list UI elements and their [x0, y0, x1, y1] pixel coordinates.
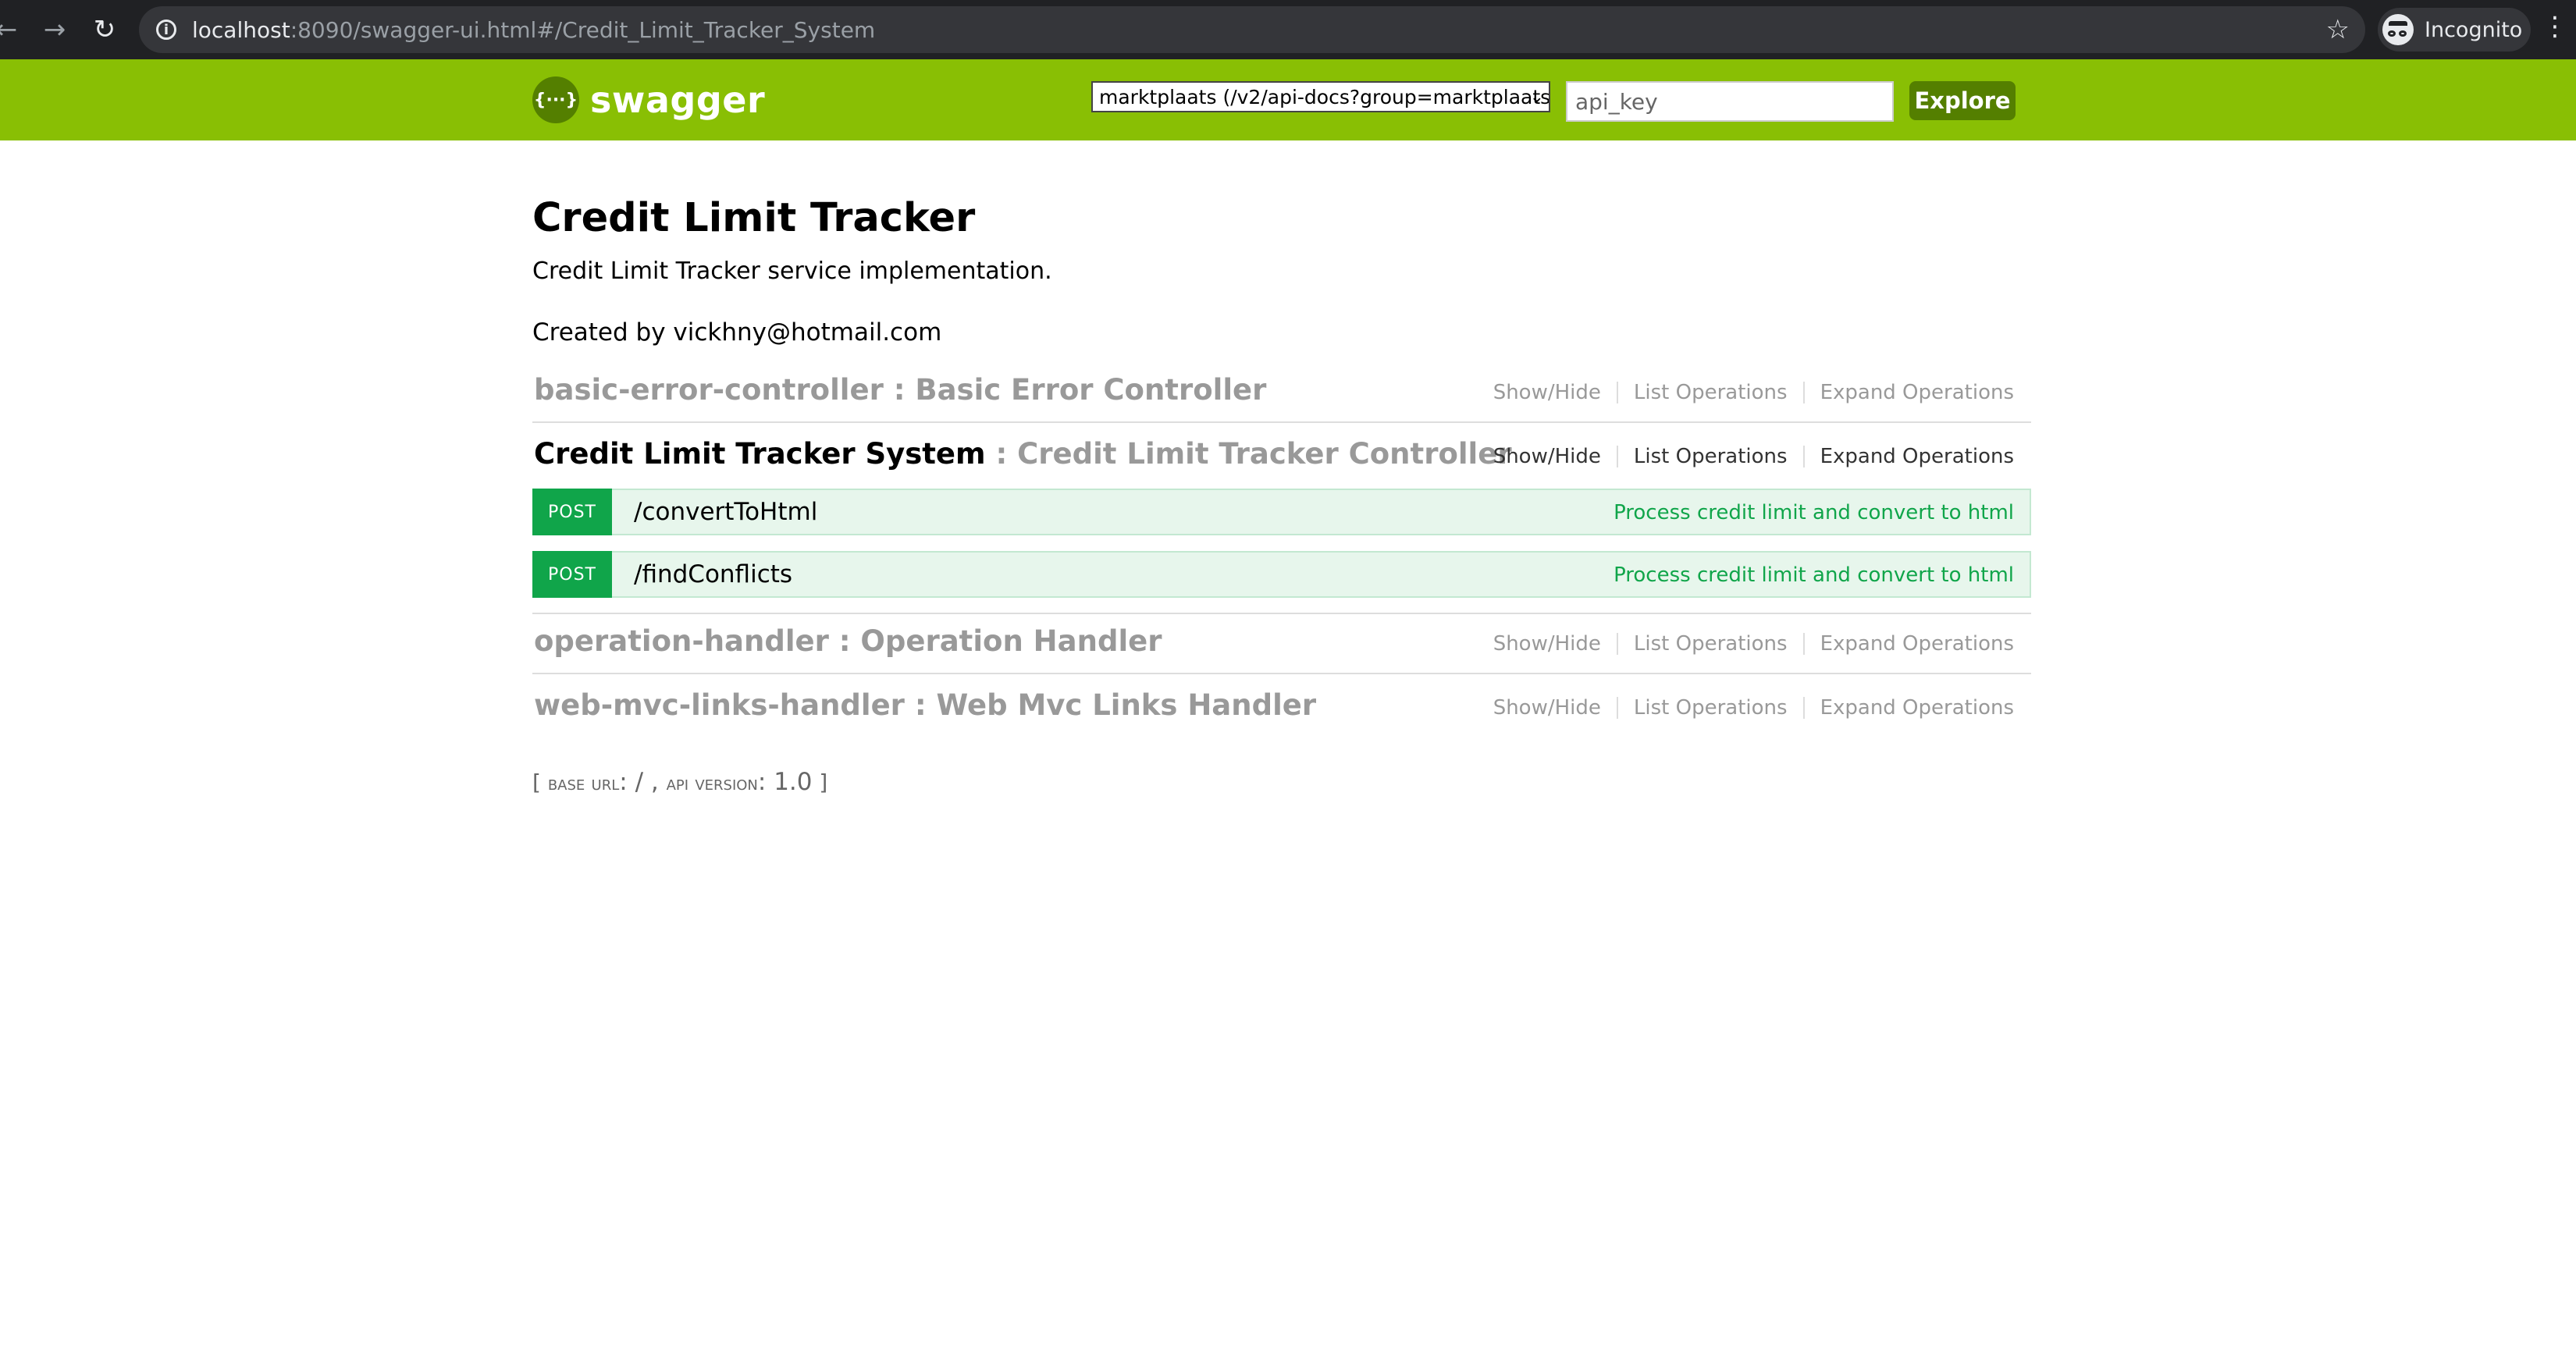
bracket-open: [	[532, 769, 548, 795]
explore-button[interactable]: Explore	[1909, 81, 2016, 120]
show-hide-link[interactable]: Show/Hide	[1493, 381, 1601, 404]
resource-links: Show/Hide List Operations Expand Operati…	[1493, 381, 2014, 404]
show-hide-link[interactable]: Show/Hide	[1493, 632, 1601, 656]
url-text[interactable]: localhost:8090/swagger-ui.html#/Credit_L…	[192, 17, 875, 43]
list-operations-link[interactable]: List Operations	[1634, 696, 1788, 720]
chevron-down-icon: ⌄	[1529, 87, 1544, 107]
api-key-placeholder: api_key	[1575, 88, 1658, 115]
operation-summary[interactable]: Process credit limit and convert to html	[1614, 501, 2014, 524]
expand-operations-link[interactable]: Expand Operations	[1820, 445, 2014, 468]
page-description: Credit Limit Tracker service implementat…	[532, 258, 1052, 285]
api-docs-select-value: marktplaats (/v2/api-docs?group=marktpla…	[1099, 85, 1550, 108]
created-by: Created by vickhny@hotmail.com	[532, 318, 942, 347]
resource-heading[interactable]: basic-error-controller : Basic Error Con…	[534, 373, 1266, 407]
resource-name[interactable]: basic-error-controller	[534, 373, 884, 407]
list-operations-link[interactable]: List Operations	[1634, 381, 1788, 404]
expand-operations-link[interactable]: Expand Operations	[1820, 632, 2014, 656]
bracket-close: ]	[812, 769, 828, 795]
divider	[1802, 633, 1805, 655]
base-url-label: base url	[547, 772, 620, 795]
operation-find-conflicts[interactable]: POST /findConflicts Process credit limit…	[532, 551, 2031, 598]
resource-links: Show/Hide List Operations Expand Operati…	[1493, 632, 2014, 656]
resource-description: : Credit Limit Tracker Controller	[985, 437, 1512, 471]
api-docs-select[interactable]: marktplaats (/v2/api-docs?group=marktpla…	[1091, 81, 1550, 112]
divider	[1802, 697, 1805, 719]
resource-links: Show/Hide List Operations Expand Operati…	[1493, 696, 2014, 720]
list-operations-link[interactable]: List Operations	[1634, 632, 1788, 656]
swagger-logo[interactable]: {···} swagger	[532, 76, 765, 123]
page-title: Credit Limit Tracker	[532, 195, 976, 241]
resource-description: : Operation Handler	[828, 624, 1162, 658]
operation-summary[interactable]: Process credit limit and convert to html	[1614, 563, 2014, 587]
operation-convert-to-html[interactable]: POST /convertToHtml Process credit limit…	[532, 489, 2031, 535]
divider	[1802, 446, 1805, 467]
swagger-logo-text: swagger	[590, 79, 766, 121]
site-info-icon[interactable]: i	[156, 20, 176, 40]
swagger-logo-icon: {···}	[532, 76, 579, 123]
expand-operations-link[interactable]: Expand Operations	[1820, 381, 2014, 404]
http-method-badge[interactable]: POST	[532, 489, 612, 535]
resource-heading[interactable]: Credit Limit Tracker System : Credit Lim…	[534, 437, 1512, 471]
swagger-header: {···} swagger marktplaats (/v2/api-docs?…	[0, 59, 2576, 140]
divider	[1616, 382, 1618, 403]
browser-toolbar: ← → ↻ i localhost:8090/swagger-ui.html#/…	[0, 0, 2576, 59]
divider	[1802, 382, 1805, 403]
api-version-value: : 1.0	[757, 768, 813, 796]
address-bar[interactable]: i localhost:8090/swagger-ui.html#/Credit…	[139, 6, 2365, 53]
list-operations-link[interactable]: List Operations	[1634, 445, 1788, 468]
resource-name[interactable]: Credit Limit Tracker System	[534, 437, 986, 471]
resource-links: Show/Hide List Operations Expand Operati…	[1493, 445, 2014, 468]
divider	[1616, 446, 1618, 467]
bookmark-star-icon[interactable]: ☆	[2326, 14, 2350, 45]
operation-path[interactable]: /findConflicts	[634, 560, 792, 588]
resource-description: : Basic Error Controller	[883, 373, 1267, 407]
api-key-input[interactable]: api_key	[1566, 81, 1894, 122]
forward-arrow-icon[interactable]: →	[36, 11, 73, 48]
expand-operations-link[interactable]: Expand Operations	[1820, 696, 2014, 720]
back-arrow-icon[interactable]: ←	[0, 11, 25, 48]
divider	[532, 613, 2031, 614]
divider	[1616, 633, 1618, 655]
resource-description: : Web Mvc Links Handler	[904, 688, 1317, 722]
divider	[1616, 697, 1618, 719]
divider	[532, 673, 2031, 674]
show-hide-link[interactable]: Show/Hide	[1493, 445, 1601, 468]
http-method-badge[interactable]: POST	[532, 551, 612, 598]
resource-name[interactable]: operation-handler	[534, 624, 829, 658]
operation-path[interactable]: /convertToHtml	[634, 498, 817, 526]
incognito-icon	[2382, 14, 2414, 45]
resource-heading[interactable]: operation-handler : Operation Handler	[534, 624, 1162, 658]
divider	[532, 421, 2031, 423]
api-info-footer: [ base url: / , api version: 1.0 ]	[532, 768, 827, 796]
incognito-badge[interactable]: Incognito	[2378, 8, 2531, 52]
reload-icon[interactable]: ↻	[86, 11, 123, 48]
resource-heading[interactable]: web-mvc-links-handler : Web Mvc Links Ha…	[534, 688, 1316, 722]
browser-menu-icon[interactable]: ⋮	[2542, 11, 2568, 42]
resource-name[interactable]: web-mvc-links-handler	[534, 688, 905, 722]
incognito-label: Incognito	[2425, 17, 2523, 42]
show-hide-link[interactable]: Show/Hide	[1493, 696, 1601, 720]
base-url-value: : / ,	[619, 768, 667, 796]
api-version-label: api version	[666, 772, 758, 795]
